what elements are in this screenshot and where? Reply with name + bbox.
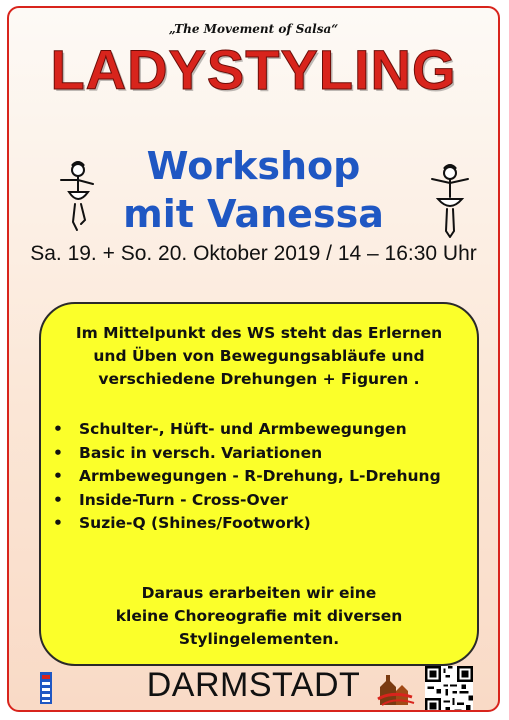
info-box: Im Mittelpunkt des WS steht das Erlernen… (39, 302, 479, 666)
intro-line: und Üben von Bewegungsabläufe und (93, 347, 425, 365)
event-date: Sa. 19. + So. 20. Oktober 2019 / 14 – 16… (30, 242, 477, 265)
list-item-text: Schulter-, Hüft- und Armbewegungen (79, 420, 407, 438)
outro-line: Stylingelementen. (178, 630, 340, 648)
topic-list: • Schulter-, Hüft- und Armbewegungen • Bas… (41, 418, 441, 536)
intro-line: Im Mittelpunkt des WS steht das Erlernen (75, 324, 443, 342)
list-item-text: Basic in versch. Variationen (79, 443, 323, 462)
outro-text: Daraus erarbeiten wir eine kleine Choreo… (51, 582, 467, 651)
intro-text: Im Mittelpunkt des WS steht das Erlernen… (51, 322, 467, 391)
qr-code-icon (425, 666, 473, 710)
dancer-right-icon (431, 164, 469, 238)
outro-line: kleine Choreografie mit diversen (115, 607, 403, 625)
list-item-text: Inside-Turn - Cross-Over (79, 490, 288, 509)
bullet-icon: • (53, 467, 63, 485)
list-item: • Armbewegungen - R-Drehung, L-Drehung (41, 465, 441, 489)
poster-title: LADYSTYLING (50, 38, 457, 101)
intro-line: verschiedene Drehungen + Figuren . (98, 370, 420, 388)
poster: „The Movement of Salsa“ LADYSTYLING Work… (7, 6, 500, 712)
outro-line: Daraus erarbeiten wir eine (141, 584, 377, 602)
bullet-icon: • (53, 490, 63, 509)
list-item: • Inside-Turn - Cross-Over (41, 489, 441, 513)
list-item: • Basic in versch. Variationen (41, 442, 441, 466)
list-item-text: Suzie-Q (Shines/Footwork) (79, 514, 311, 532)
list-item: • Suzie-Q (Shines/Footwork) (41, 512, 441, 536)
bullet-icon: • (53, 514, 63, 532)
salsa-logo-icon (377, 675, 415, 706)
list-item: • Schulter-, Hüft- und Armbewegungen (41, 418, 441, 442)
bullet-icon: • (53, 420, 63, 438)
list-item-text: Armbewegungen - R-Drehung, L-Drehung (79, 467, 441, 485)
bullet-icon: • (53, 443, 63, 462)
tagline: „The Movement of Salsa“ (168, 22, 339, 36)
